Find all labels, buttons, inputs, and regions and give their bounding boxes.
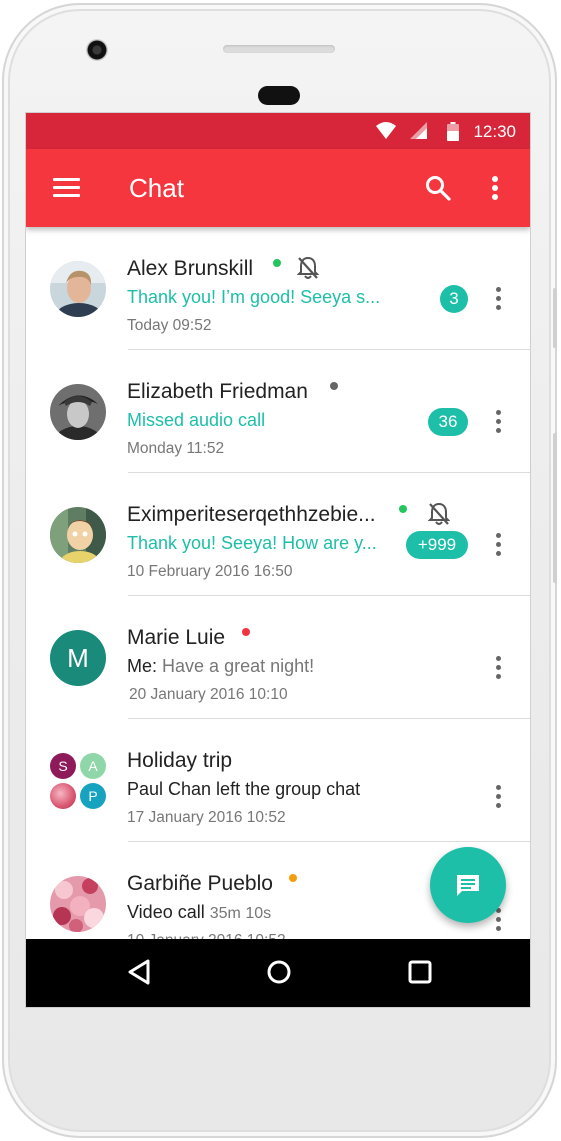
conversation-row[interactable]: M Marie Luie Me: Have a great night! 20 …: [26, 596, 530, 719]
contact-name: Garbiñe Pueblo: [127, 872, 273, 895]
message-preview: Thank you! Seeya! How are y...: [127, 533, 377, 553]
earpiece: [258, 86, 300, 105]
unread-badge: 36: [428, 408, 468, 436]
page-title: Chat: [129, 173, 184, 203]
presence-dot: [242, 628, 250, 636]
overflow-menu-icon[interactable]: [491, 175, 499, 206]
avatar: [50, 384, 106, 440]
call-duration: 35m 10s: [209, 905, 272, 922]
avatar: [50, 876, 106, 932]
row-menu-icon[interactable]: [494, 656, 502, 682]
presence-dot: [399, 505, 407, 513]
muted-bell-icon: [427, 502, 451, 531]
preview-sender: Me:: [127, 656, 158, 676]
front-camera: [86, 39, 108, 61]
navigation-bar: [26, 939, 530, 1007]
wifi-icon: [376, 122, 396, 145]
status-bar: 12:30: [26, 113, 530, 149]
conversation-row[interactable]: Alex Brunskill Thank you! I’m good! Seey…: [26, 227, 530, 350]
group-name: Holiday trip: [127, 749, 233, 772]
timestamp: 17 January 2016 10:52: [127, 809, 286, 826]
contact-name: Eximperiteserqethhzebie...: [127, 503, 376, 526]
speaker-grille: [223, 45, 335, 53]
contact-name: Elizabeth Friedman: [127, 380, 308, 403]
avatar: [50, 507, 106, 563]
clock: 12:30: [473, 122, 516, 141]
search-icon[interactable]: [425, 175, 451, 206]
muted-bell-icon: [296, 256, 320, 285]
group-avatar: S A P: [50, 753, 106, 809]
group-member-avatar: S: [50, 753, 76, 779]
presence-dot: [330, 382, 338, 390]
new-message-button[interactable]: [430, 847, 506, 923]
timestamp: Today 09:52: [127, 317, 212, 334]
message-preview: Video call 35m 10s: [127, 902, 271, 923]
conversation-row[interactable]: Eximperiteserqethhzebie... Thank you! Se…: [26, 473, 530, 596]
row-menu-icon[interactable]: [494, 908, 502, 934]
app-bar: Chat: [26, 149, 530, 227]
message-preview: Thank you! I’m good! Seeya s...: [127, 287, 381, 307]
presence-dot: [289, 874, 297, 882]
conversation-row[interactable]: S A P Holiday trip Paul Chan left the gr…: [26, 719, 530, 842]
power-button: [553, 433, 557, 583]
group-member-avatar: P: [80, 783, 106, 809]
presence-dot: [273, 259, 281, 267]
avatar: M: [50, 630, 106, 686]
message-preview: Missed audio call: [127, 410, 266, 430]
screen: 12:30 Chat Alex Brunskill Thank you! I’m…: [25, 112, 531, 1008]
message-icon: [454, 872, 482, 905]
preview-text: Have a great night!: [162, 656, 315, 676]
row-menu-icon[interactable]: [494, 410, 502, 436]
row-menu-icon[interactable]: [494, 785, 502, 811]
timestamp: 10 February 2016 16:50: [127, 563, 293, 580]
timestamp: 20 January 2016 10:10: [129, 686, 288, 703]
unread-badge: 3: [440, 285, 468, 313]
row-menu-icon[interactable]: [494, 533, 502, 559]
group-member-avatar: A: [80, 753, 106, 779]
message-preview: Me: Have a great night!: [127, 656, 314, 677]
message-preview: Paul Chan left the group chat: [127, 779, 361, 799]
home-icon[interactable]: [266, 959, 292, 990]
row-menu-icon[interactable]: [494, 287, 502, 313]
battery-icon: [447, 122, 459, 146]
volume-button: [553, 288, 557, 348]
unread-badge: +999: [406, 531, 468, 559]
back-icon[interactable]: [127, 959, 151, 990]
menu-icon[interactable]: [53, 178, 80, 198]
conversation-row[interactable]: Elizabeth Friedman Missed audio call Mon…: [26, 350, 530, 473]
recents-icon[interactable]: [408, 960, 432, 989]
preview-text: Video call: [127, 902, 205, 922]
signal-icon: [410, 122, 428, 145]
timestamp: Monday 11:52: [127, 440, 225, 457]
group-member-photo: [50, 783, 76, 809]
contact-name: Marie Luie: [127, 626, 226, 649]
contact-name: Alex Brunskill: [127, 257, 254, 280]
avatar: [50, 261, 106, 317]
